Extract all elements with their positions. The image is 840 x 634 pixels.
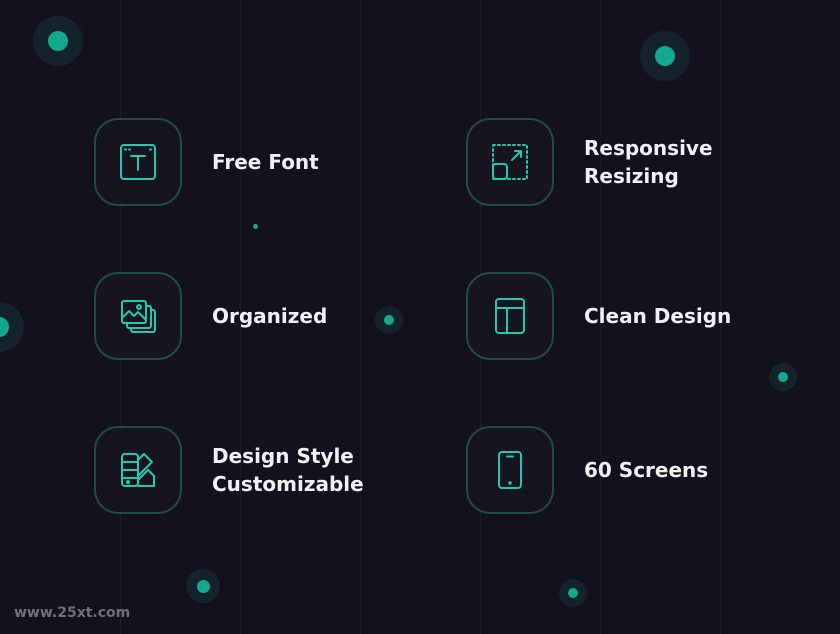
- decorative-dot: [769, 363, 797, 391]
- feature-label: Free Font: [212, 150, 319, 174]
- decorative-dot: [249, 220, 261, 232]
- phone-icon: [498, 451, 522, 489]
- feature-icon-box: [94, 426, 182, 514]
- design-tools-icon: [121, 453, 155, 487]
- feature-icon-box: [466, 118, 554, 206]
- decorative-dot: [559, 579, 587, 607]
- feature-label: Clean Design: [584, 304, 732, 328]
- feature-icon-box: [94, 118, 182, 206]
- feature-icon-box: [94, 272, 182, 360]
- layout-icon: [495, 298, 525, 334]
- feature-design-style: Design Style Customizable: [94, 426, 364, 514]
- feature-label: Responsive Resizing: [584, 136, 713, 188]
- feature-label: Organized: [212, 304, 328, 328]
- decorative-dot: [186, 569, 220, 603]
- feature-label: 60 Screens: [584, 458, 709, 482]
- feature-free-font: Free Font: [94, 118, 319, 206]
- decorative-dot: [640, 31, 690, 81]
- text-frame-icon: [120, 144, 156, 180]
- decorative-dot: [375, 306, 403, 334]
- feature-60-screens: 60 Screens: [466, 426, 708, 514]
- feature-organized: Organized: [94, 272, 327, 360]
- feature-icon-box: [466, 426, 554, 514]
- feature-responsive-resizing: Responsive Resizing: [466, 118, 713, 206]
- resize-icon: [492, 144, 528, 180]
- feature-icon-box: [466, 272, 554, 360]
- grid-line: [360, 0, 361, 634]
- feature-label: Design Style Customizable: [212, 444, 364, 496]
- decorative-dot: [33, 16, 83, 66]
- stacked-images-icon: [121, 300, 156, 333]
- feature-clean-design: Clean Design: [466, 272, 731, 360]
- watermark: www.25xt.com: [14, 605, 131, 621]
- decorative-dot: [0, 302, 24, 352]
